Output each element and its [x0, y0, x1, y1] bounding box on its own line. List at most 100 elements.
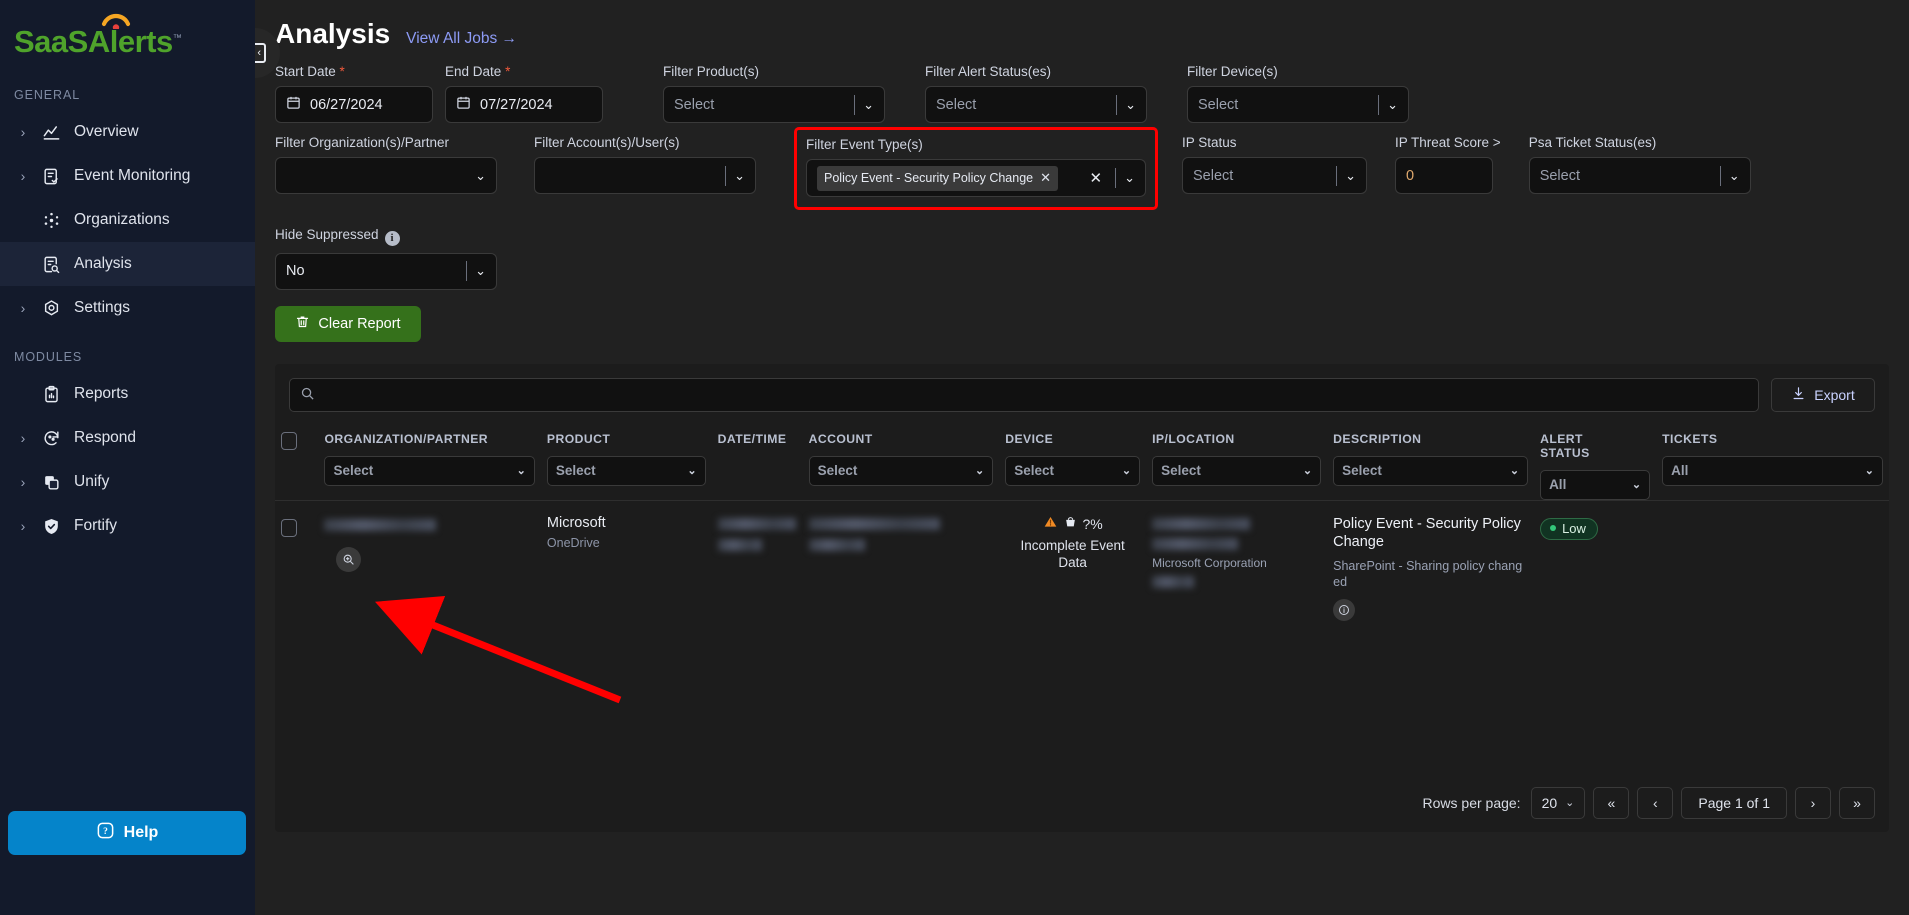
table-row[interactable]: Microsoft OneDrive: [275, 500, 1889, 621]
sidebar-item-label: Analysis: [66, 255, 132, 273]
chevron-down-icon: ⌄: [1387, 97, 1402, 113]
tickets-column-filter[interactable]: All⌄: [1662, 456, 1883, 486]
description-title: Policy Event - Security Policy Change: [1333, 515, 1528, 551]
sidebar-item-reports[interactable]: › Reports: [0, 372, 255, 416]
first-page-button[interactable]: «: [1593, 787, 1629, 819]
chevron-down-icon: ⌄: [517, 464, 526, 477]
cell-device: ?% Incomplete Event Data: [999, 500, 1146, 621]
select-all-checkbox[interactable]: [281, 432, 297, 450]
filter-ip-threat-score: IP Threat Score > 0: [1395, 135, 1501, 194]
filter-label: Filter Alert Status(es): [925, 64, 1147, 79]
export-button[interactable]: Export: [1771, 378, 1875, 412]
row-expand-button[interactable]: [336, 547, 361, 572]
filters-area: Start Date * 06/27/2024 End Date * 07/27…: [255, 50, 1909, 342]
sidebar-item-unify[interactable]: › Unify: [0, 460, 255, 504]
organization-column-filter[interactable]: Select⌄: [324, 456, 534, 486]
col-iplocation: IP/LOCATION Select⌄: [1146, 424, 1327, 501]
divider: [725, 166, 726, 186]
device-select[interactable]: Select ⌄: [1187, 86, 1409, 123]
chevron-right-icon: ›: [10, 474, 36, 490]
page-header: Analysis View All Jobs →: [255, 0, 1909, 50]
filter-label: IP Threat Score >: [1395, 135, 1501, 150]
chevron-down-icon: ⌄: [1510, 464, 1519, 477]
page-indicator: Page 1 of 1: [1681, 787, 1787, 819]
row-select-cell: [275, 500, 318, 621]
brand-name-part1: SaaS: [14, 24, 88, 59]
redacted-date: [718, 518, 796, 530]
sidebar-item-respond[interactable]: › Respond: [0, 416, 255, 460]
redacted-location: [1152, 538, 1238, 550]
sidebar-item-event-monitoring[interactable]: › Event Monitoring: [0, 154, 255, 198]
description-info-button[interactable]: [1333, 599, 1355, 621]
organization-select[interactable]: ⌄: [275, 157, 497, 194]
product-column-filter[interactable]: Select⌄: [547, 456, 706, 486]
rows-per-page-select[interactable]: 20 ⌄: [1531, 787, 1586, 819]
account-column-filter[interactable]: Select⌄: [809, 456, 994, 486]
hide-suppressed-select[interactable]: No ⌄: [275, 253, 497, 290]
product-sub: OneDrive: [547, 536, 706, 550]
filter-alert-status: Filter Alert Status(es) Select ⌄: [925, 64, 1147, 123]
device-column-filter[interactable]: Select⌄: [1005, 456, 1140, 486]
search-input[interactable]: [289, 378, 1759, 412]
rows-per-page-label: Rows per page:: [1423, 795, 1521, 811]
chevron-right-icon: ›: [10, 124, 36, 140]
info-icon[interactable]: i: [385, 231, 400, 246]
event-type-chip[interactable]: Policy Event - Security Policy Change ✕: [817, 166, 1058, 191]
chevron-down-icon: ⌄: [1565, 796, 1574, 809]
clear-report-button[interactable]: Clear Report: [275, 306, 421, 342]
device-status-text: Incomplete Event Data: [1005, 537, 1140, 572]
clear-all-icon[interactable]: ✕: [1085, 169, 1108, 187]
brand-logo[interactable]: SaaSAlerts™: [0, 0, 255, 78]
chevron-down-icon: ⌄: [1632, 478, 1641, 491]
help-button-label: Help: [124, 824, 159, 842]
select-all-cell: [275, 424, 318, 501]
download-icon: [1791, 386, 1806, 404]
sidebar-item-settings[interactable]: › Settings: [0, 286, 255, 330]
start-date-input[interactable]: 06/27/2024: [275, 86, 433, 123]
end-date-input[interactable]: 07/27/2024: [445, 86, 603, 123]
hide-suppressed-value: No: [286, 263, 458, 279]
last-page-button[interactable]: »: [1839, 787, 1875, 819]
view-all-jobs-link[interactable]: View All Jobs →: [406, 30, 517, 48]
column-header: DESCRIPTION: [1333, 432, 1528, 446]
description-subtitle: SharePoint - Sharing policy changed: [1333, 558, 1528, 591]
psa-ticket-status-select-value: Select: [1540, 168, 1712, 184]
col-device: DEVICE Select⌄: [999, 424, 1146, 501]
row-checkbox[interactable]: [281, 519, 297, 537]
column-header: ALERT STATUS: [1540, 432, 1602, 460]
sidebar-item-organizations[interactable]: › Organizations: [0, 198, 255, 242]
chevron-right-icon: ›: [10, 518, 36, 534]
chip-remove-icon[interactable]: ✕: [1040, 170, 1051, 186]
end-date-value: 07/27/2024: [480, 97, 553, 113]
column-header: TICKETS: [1662, 432, 1883, 446]
sidebar-item-fortify[interactable]: › Fortify: [0, 504, 255, 548]
chevron-right-icon: ›: [10, 168, 36, 184]
filter-end-date: End Date * 07/27/2024: [445, 64, 603, 123]
alert-status-column-filter[interactable]: All⌄: [1540, 470, 1650, 500]
calendar-icon: [456, 95, 471, 114]
results-table: ORGANIZATION/PARTNER Select⌄ PRODUCT Sel…: [275, 424, 1889, 622]
sidebar-item-analysis[interactable]: › Analysis: [0, 242, 255, 286]
alert-status-select[interactable]: Select ⌄: [925, 86, 1147, 123]
collapse-panel-icon: ‹: [255, 43, 266, 63]
event-type-select[interactable]: Policy Event - Security Policy Change ✕ …: [806, 159, 1146, 197]
iplocation-column-filter[interactable]: Select⌄: [1152, 456, 1321, 486]
device-select-value: Select: [1198, 97, 1370, 113]
psa-ticket-status-select[interactable]: Select ⌄: [1529, 157, 1751, 194]
account-select[interactable]: ⌄: [534, 157, 756, 194]
help-button[interactable]: ? Help: [8, 811, 246, 855]
product-name: Microsoft: [547, 515, 706, 531]
ip-organization: Microsoft Corporation: [1152, 556, 1321, 570]
prev-page-button[interactable]: ‹: [1637, 787, 1673, 819]
sidebar-item-overview[interactable]: › Overview: [0, 110, 255, 154]
product-select[interactable]: Select ⌄: [663, 86, 885, 123]
ip-status-select[interactable]: Select ⌄: [1182, 157, 1367, 194]
ip-threat-score-input[interactable]: 0: [1395, 157, 1493, 194]
description-column-filter[interactable]: Select⌄: [1333, 456, 1528, 486]
next-page-button[interactable]: ›: [1795, 787, 1831, 819]
results-panel: Export ORGANIZATION/PARTNER Select⌄: [275, 364, 1889, 832]
filter-label: Start Date *: [275, 64, 433, 79]
wifi-icon: [101, 13, 131, 29]
trash-icon: [295, 314, 310, 333]
divider: [1115, 168, 1116, 188]
